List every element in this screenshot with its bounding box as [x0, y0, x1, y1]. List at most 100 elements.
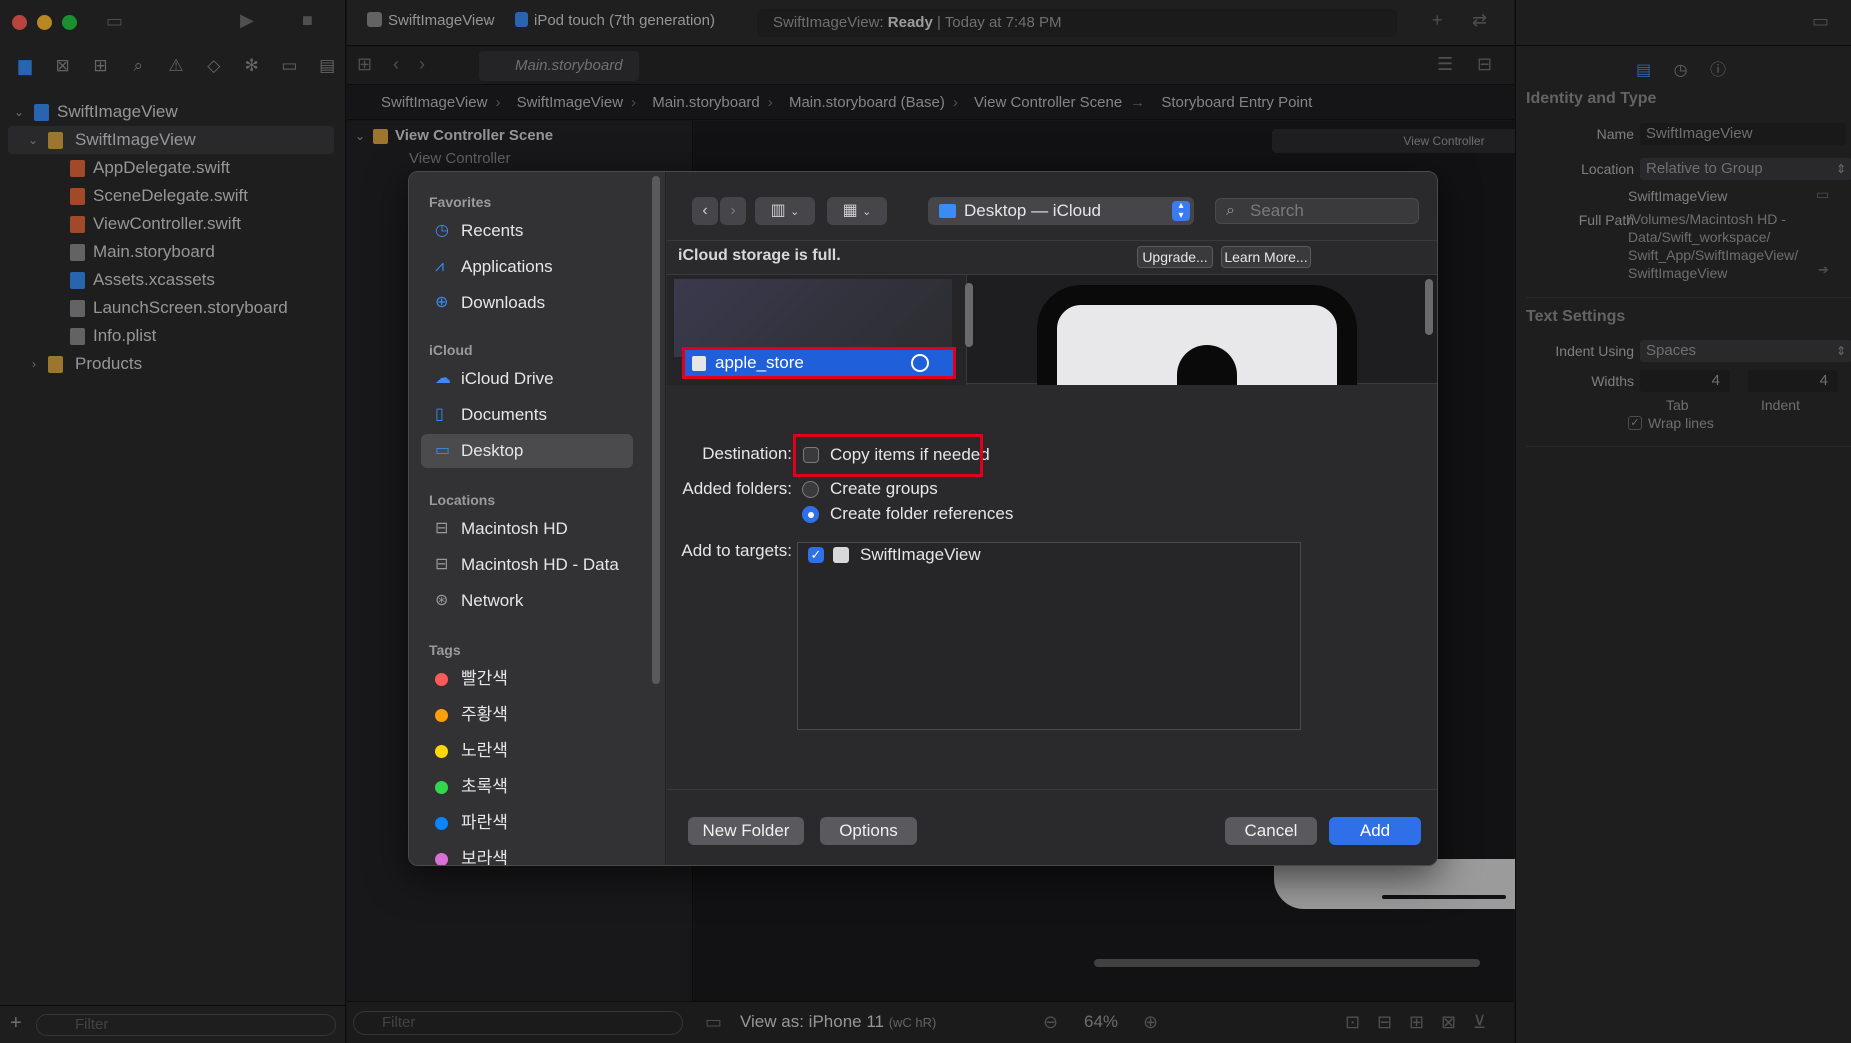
sidebar-item-macintosh-hd-data[interactable]: ⊟ Macintosh HD - Data	[421, 548, 633, 582]
cancel-button[interactable]: Cancel	[1225, 817, 1317, 845]
favorites-header: Favorites	[429, 194, 492, 210]
download-icon: ⊕	[435, 294, 449, 311]
sidebar-item-tag[interactable]: 빨간색	[421, 662, 633, 696]
view-mode-button[interactable]: ▥ ⌄	[755, 197, 815, 225]
create-groups-radio[interactable]	[802, 481, 819, 498]
target-checkbox[interactable]: ✓	[808, 547, 824, 563]
sidebar-item-tag[interactable]: 노란색	[421, 734, 633, 768]
sidebar-item-label: Macintosh HD - Data	[461, 555, 619, 574]
dialog-main-pane: ‹ › ▥ ⌄ ▦ ⌄ Desktop — iCloud ▴ ▾ ⌕ Search…	[667, 172, 1437, 865]
globe-icon: ⊛	[435, 592, 449, 609]
sidebar-item-label: 초록색	[461, 777, 508, 796]
sidebar-item-label: iCloud Drive	[461, 369, 554, 388]
applications-icon: ⩘	[435, 258, 445, 275]
search-input[interactable]: ⌕ Search	[1215, 198, 1419, 224]
image-file-icon	[692, 356, 706, 371]
learn-more-button[interactable]: Learn More...	[1221, 246, 1311, 268]
file-thumbnail	[674, 279, 952, 357]
sidebar-item-macintosh-hd[interactable]: ⊟ Macintosh HD	[421, 512, 633, 546]
tag-dot-icon	[435, 673, 448, 686]
tags-header: Tags	[429, 642, 461, 658]
column-scrollbar[interactable]	[965, 283, 973, 347]
destination-label: Destination:	[702, 444, 792, 463]
sidebar-item-label: 빨간색	[461, 669, 508, 688]
document-icon: ▯	[435, 406, 444, 423]
sidebar-item-tag[interactable]: 초록색	[421, 770, 633, 804]
drive-icon: ⊟	[435, 556, 449, 573]
folder-icon	[939, 204, 956, 218]
new-folder-label: New Folder	[702, 821, 790, 840]
sidebar-item-label: Macintosh HD	[461, 519, 568, 538]
options-label: Options	[839, 821, 898, 840]
annotation-highlight	[793, 434, 983, 477]
sidebar-item-label: 노란색	[461, 741, 508, 760]
add-to-targets-label: Add to targets:	[681, 541, 792, 560]
cloud-icon: ☁	[435, 370, 451, 387]
sidebar-item-label: Applications	[461, 257, 553, 276]
columns-icon: ▥	[770, 202, 786, 219]
drive-icon: ⊟	[435, 520, 449, 537]
sidebar-item-label: Documents	[461, 405, 547, 424]
sidebar-item-desktop[interactable]: ▭ Desktop	[421, 434, 633, 468]
add-button[interactable]: Add	[1329, 817, 1421, 845]
preview-scrollbar[interactable]	[1425, 279, 1433, 335]
file-name: apple_store	[715, 353, 804, 372]
sidebar-item-tag[interactable]: 보라색	[421, 842, 633, 866]
icloud-header: iCloud	[429, 342, 473, 358]
grid-icon: ▦	[842, 202, 858, 219]
sidebar-item-label: 주황색	[461, 705, 508, 724]
cancel-label: Cancel	[1244, 821, 1298, 840]
create-folder-references-radio[interactable]	[802, 506, 819, 523]
chevron-updown-icon: ▴ ▾	[1172, 201, 1190, 221]
locations-header: Locations	[429, 492, 496, 508]
sidebar-item-network[interactable]: ⊛ Network	[421, 584, 633, 618]
search-icon: ⌕	[1226, 202, 1235, 219]
sidebar-item-documents[interactable]: ▯ Documents	[421, 398, 633, 432]
add-files-dialog: Favorites ◷ Recents ⩘ Applications ⊕ Downlo…	[408, 171, 1438, 866]
added-folders-label: Added folders:	[682, 479, 792, 498]
icloud-warning-bar: iCloud storage is full. Upgrade... Learn…	[667, 240, 1437, 272]
download-progress-icon	[911, 354, 929, 372]
sidebar-item-label: 보라색	[461, 849, 508, 866]
sidebar-item-label: Desktop	[461, 441, 524, 460]
learn-more-label: Learn More...	[1224, 249, 1308, 265]
sidebar-item-applications[interactable]: ⩘ Applications	[421, 250, 633, 284]
sidebar-scrollbar[interactable]	[652, 176, 660, 684]
group-button[interactable]: ▦ ⌄	[827, 197, 887, 225]
location-popup-label: Desktop — iCloud	[964, 201, 1102, 220]
create-groups-label[interactable]: Create groups	[830, 479, 938, 499]
footer-divider	[667, 789, 1437, 790]
target-name[interactable]: SwiftImageView	[860, 545, 981, 565]
icloud-message: iCloud storage is full.	[678, 247, 841, 264]
tag-dot-icon	[435, 853, 448, 865]
dialog-sidebar: Favorites ◷ Recents ⩘ Applications ⊕ Downlo…	[409, 172, 666, 866]
chevron-right-icon: ›	[730, 202, 736, 219]
desktop-icon: ▭	[435, 442, 451, 459]
add-label: Add	[1359, 821, 1391, 840]
file-preview	[977, 275, 1425, 385]
forward-button[interactable]: ›	[720, 197, 746, 225]
targets-list	[797, 542, 1301, 730]
location-popup[interactable]: Desktop — iCloud ▴ ▾	[928, 197, 1194, 225]
sidebar-item-tag[interactable]: 파란색	[421, 806, 633, 840]
file-browser: apple_store	[667, 274, 1437, 385]
sidebar-item-icloud-drive[interactable]: ☁ iCloud Drive	[421, 362, 633, 396]
create-folder-references-label[interactable]: Create folder references	[830, 504, 1013, 524]
sidebar-item-recents[interactable]: ◷ Recents	[421, 214, 633, 248]
sidebar-item-label: Recents	[461, 221, 524, 240]
sidebar-item-downloads[interactable]: ⊕ Downloads	[421, 286, 633, 320]
sidebar-item-label: 파란색	[461, 813, 508, 832]
selected-file-row[interactable]: apple_store	[682, 347, 956, 379]
chevron-down-icon: ⌄	[790, 206, 800, 218]
back-button[interactable]: ‹	[692, 197, 718, 225]
search-placeholder: Search	[1250, 201, 1304, 220]
sidebar-item-tag[interactable]: 주황색	[421, 698, 633, 732]
app-target-icon	[833, 547, 849, 563]
options-button[interactable]: Options	[820, 817, 917, 845]
tag-dot-icon	[435, 709, 448, 722]
upgrade-button[interactable]: Upgrade...	[1137, 246, 1213, 268]
tag-dot-icon	[435, 745, 448, 758]
chevron-down-icon: ⌄	[862, 206, 872, 218]
new-folder-button[interactable]: New Folder	[688, 817, 804, 845]
chevron-left-icon: ‹	[702, 202, 708, 219]
